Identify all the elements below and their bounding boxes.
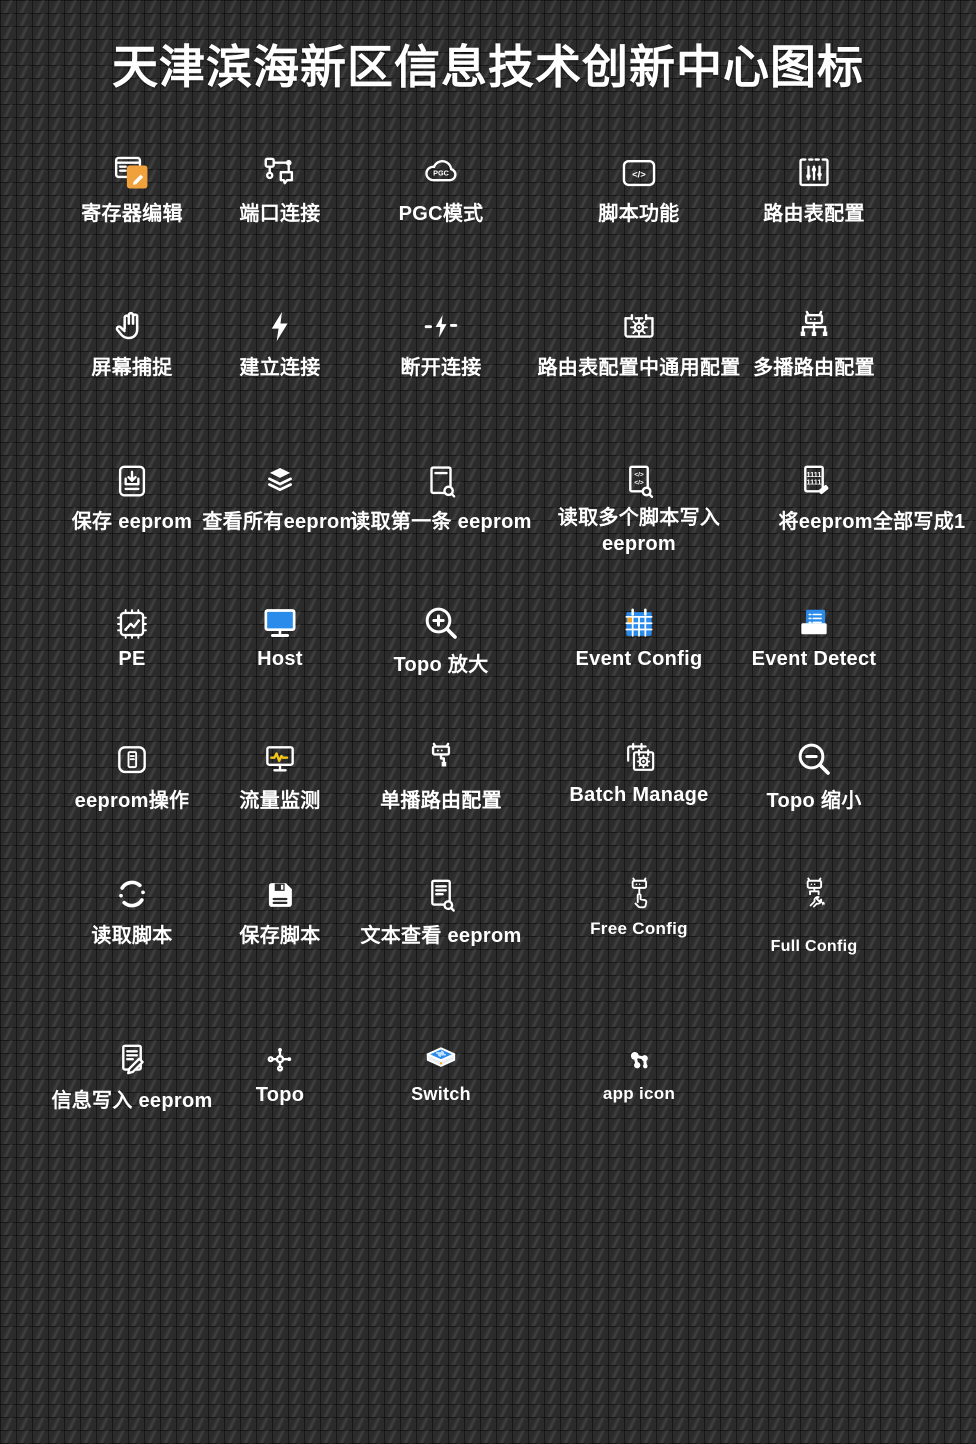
layers-icon xyxy=(261,454,299,500)
icon-label: Full Config xyxy=(771,938,858,956)
icon-label: Switch xyxy=(411,1084,471,1105)
icon-label: 路由表配置 xyxy=(763,197,865,226)
sliders-frame-icon xyxy=(795,146,833,192)
app-cluster-icon xyxy=(621,1033,657,1079)
icon-card-read-first-eeprom[interactable]: 读取第一条 eeprom xyxy=(341,454,541,534)
svg-text:</>: </> xyxy=(634,479,644,486)
icon-label: PGC模式 xyxy=(399,197,484,226)
unicast-router-icon xyxy=(422,733,460,779)
icon-label: Topo 放大 xyxy=(393,648,488,677)
topology-node-icon xyxy=(261,1033,299,1079)
icon-card-read-scripts-write-eeprom[interactable]: </> </> 读取多个脚本写入 eeprom xyxy=(539,454,739,557)
icon-label: 读取脚本 xyxy=(91,919,172,948)
icon-label: eeprom操作 xyxy=(75,784,190,813)
save-tray-icon xyxy=(113,454,151,500)
register-edit-icon xyxy=(113,146,151,192)
icon-card-event-detect[interactable]: Event Detect xyxy=(714,597,914,671)
icon-label: 屏幕捕捉 xyxy=(91,351,172,380)
icon-card-write-eeprom-all-ones[interactable]: 1111 1111 将eeprom全部写成1 xyxy=(714,454,914,534)
binary-erase-icon: 1111 1111 xyxy=(795,454,833,500)
icon-label: 读取第一条 eeprom xyxy=(350,505,531,534)
icon-card-disconnect[interactable]: 断开连接 xyxy=(341,300,541,380)
icon-card-routing-table-config[interactable]: 路由表配置 xyxy=(714,146,914,226)
icon-card-pgc-mode[interactable]: PGC PGC模式 xyxy=(341,146,541,226)
icon-label: 保存脚本 xyxy=(239,919,320,948)
chip-chart-icon xyxy=(113,597,151,643)
eeprom-doc-icon xyxy=(113,733,151,779)
icon-label: app icon xyxy=(603,1084,675,1104)
hand-icon xyxy=(112,300,152,346)
icon-card-free-config[interactable]: Free Config xyxy=(539,868,739,939)
monitor-blue-icon xyxy=(260,597,300,643)
icon-label: 流量监测 xyxy=(239,784,320,813)
calendar-blue-icon xyxy=(620,597,658,643)
icon-label: 查看所有eeprom xyxy=(202,505,357,534)
icon-label: Event Config xyxy=(576,648,703,671)
icon-card-event-config[interactable]: Event Config xyxy=(539,597,739,671)
icon-label: Free Config xyxy=(590,919,688,939)
port-connection-icon xyxy=(261,146,299,192)
page-pencil-icon xyxy=(113,1033,151,1079)
batch-frames-gear-icon xyxy=(619,733,659,779)
refresh-circle-icon xyxy=(112,868,152,914)
svg-text:</>: </> xyxy=(634,471,644,478)
detect-tray-icon xyxy=(795,597,833,643)
icon-card-topo-zoom-out[interactable]: Topo 缩小 xyxy=(714,733,914,813)
icon-card-unicast-routing[interactable]: 单播路由配置 xyxy=(341,733,541,813)
icon-label: PE xyxy=(118,648,145,671)
icon-label: Topo xyxy=(256,1084,305,1107)
icon-label: Host xyxy=(257,648,303,671)
icon-label: 端口连接 xyxy=(239,197,320,226)
switch-device-icon xyxy=(421,1033,461,1079)
icon-card-topo-zoom-in[interactable]: Topo 放大 xyxy=(341,597,541,677)
page-search-icon xyxy=(422,454,460,500)
icon-label: 多播路由配置 xyxy=(753,351,875,380)
icon-label: 文本查看 eeprom xyxy=(360,919,521,948)
svg-text:PGC: PGC xyxy=(433,169,449,178)
icon-card-batch-manage[interactable]: Batch Manage xyxy=(539,733,739,807)
icon-card-switch[interactable]: Switch xyxy=(341,1033,541,1105)
gear-frame-icon xyxy=(620,300,658,346)
icon-label: 读取多个脚本写入 eeprom xyxy=(548,505,730,557)
traffic-monitor-icon xyxy=(261,733,299,779)
page-title: 天津滨海新区信息技术创新中心图标 xyxy=(0,42,976,93)
icon-label: 将eeprom全部写成1 xyxy=(779,505,966,534)
icon-label: 建立连接 xyxy=(239,351,320,380)
lightning-icon xyxy=(261,300,299,346)
icon-card-text-view-eeprom[interactable]: 文本查看 eeprom xyxy=(341,868,541,948)
router-wrench-icon xyxy=(795,868,833,914)
icon-card-full-config[interactable]: Full Config xyxy=(714,868,914,956)
icon-label: 单播路由配置 xyxy=(380,784,502,813)
floppy-icon xyxy=(261,868,299,914)
text-page-search-icon xyxy=(422,868,460,914)
multicast-router-icon xyxy=(795,300,833,346)
icon-label: Topo 缩小 xyxy=(766,784,861,813)
icon-label: 寄存器编辑 xyxy=(81,197,183,226)
icon-label: 脚本功能 xyxy=(598,197,679,226)
icon-showcase-page: { "page": { "title": "天津滨海新区信息技术创新中心图标",… xyxy=(0,0,976,1444)
code-page-search-icon: </> </> xyxy=(620,454,658,500)
script-code-window-icon: </> xyxy=(620,146,658,192)
icon-label: Batch Manage xyxy=(569,784,708,807)
icon-label: Event Detect xyxy=(752,648,877,671)
icon-card-app-icon[interactable]: app icon xyxy=(539,1033,739,1104)
router-hand-icon xyxy=(620,868,658,914)
icon-card-script-function[interactable]: </> 脚本功能 xyxy=(539,146,739,226)
pgc-cloud-icon: PGC xyxy=(422,146,460,192)
icon-card-routing-general-config[interactable]: 路由表配置中通用配置 xyxy=(539,300,739,380)
svg-text:</>: </> xyxy=(632,169,646,180)
icon-label: 断开连接 xyxy=(400,351,481,380)
broken-lightning-icon xyxy=(422,300,460,346)
icon-label: 路由表配置中通用配置 xyxy=(538,351,741,380)
icon-label: 保存 eeprom xyxy=(72,505,193,534)
svg-text:1111: 1111 xyxy=(807,477,822,486)
icon-card-multicast-routing[interactable]: 多播路由配置 xyxy=(714,300,914,380)
zoom-out-icon xyxy=(794,733,834,779)
zoom-in-icon xyxy=(421,597,461,643)
